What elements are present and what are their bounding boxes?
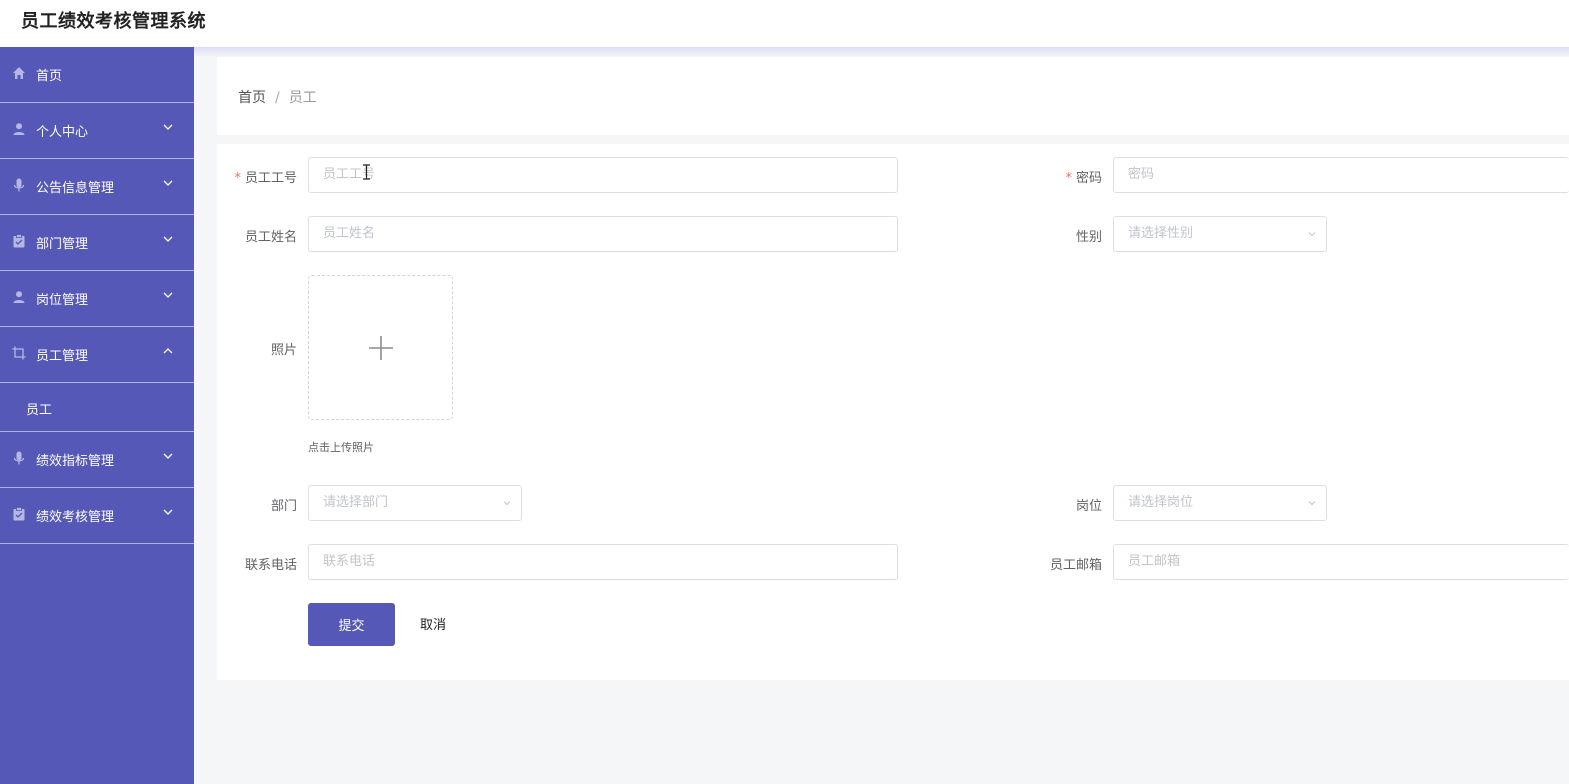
microphone-icon [12, 451, 26, 465]
emp-no-input[interactable]: 员工工号 [308, 157, 898, 193]
gender-placeholder: 请选择性别 [1128, 226, 1194, 241]
sidebar-item-label: 绩效指标管理 [36, 454, 115, 469]
position-placeholder: 请选择岗位 [1128, 495, 1194, 510]
photo-label: 照片 [270, 343, 297, 358]
sidebar-item-announcements[interactable]: 公告信息管理 [0, 159, 194, 215]
sidebar-item-assessment-management[interactable]: 绩效考核管理 [0, 488, 194, 544]
cancel-button[interactable]: 取消 [420, 614, 446, 633]
sidebar-item-employee-management[interactable]: 员工管理 [0, 327, 194, 383]
emp-no-label: * 员工工号 [234, 171, 297, 186]
sidebar-subitem-label: 员工 [26, 403, 53, 418]
upload-hint: 点击上传照片 [308, 441, 374, 454]
sidebar: 首页 个人中心 公告信息管理 部门管理 岗位管理 员工管理 员工 绩效指标管理 … [0, 47, 194, 784]
chevron-down-icon [163, 292, 173, 298]
text-cursor-icon [363, 164, 370, 180]
clipboard-icon [12, 507, 26, 521]
sidebar-item-kpi-management[interactable]: 绩效指标管理 [0, 432, 194, 488]
emp-name-label: 员工姓名 [244, 230, 297, 245]
department-select[interactable]: 请选择部门 [308, 485, 522, 521]
required-mark: * [1065, 171, 1072, 186]
department-placeholder: 请选择部门 [323, 495, 389, 510]
breadcrumb-card: 首页 / 员工 [217, 57, 1569, 135]
top-bar: 员工绩效考核管理系统 [0, 0, 1569, 47]
plus-icon [368, 335, 393, 360]
chevron-down-icon [163, 453, 173, 459]
employee-form: * 员工工号 员工工号 * 密码 密码 员工姓名 员工姓名 性别 请选择性别 照片 … [217, 144, 1569, 680]
sidebar-item-label: 员工管理 [36, 349, 89, 364]
top-bar-shadow [0, 47, 1569, 57]
sidebar-item-label: 岗位管理 [36, 293, 89, 308]
microphone-icon [12, 178, 26, 192]
gender-select[interactable]: 请选择性别 [1113, 216, 1327, 252]
photo-upload[interactable] [308, 275, 453, 420]
position-label: 岗位 [1075, 499, 1102, 514]
sidebar-item-label: 个人中心 [36, 125, 89, 140]
breadcrumb-separator: / [275, 90, 280, 106]
email-input[interactable]: 员工邮箱 [1113, 544, 1569, 580]
app-title: 员工绩效考核管理系统 [21, 11, 206, 32]
department-label: 部门 [270, 499, 297, 514]
sidebar-item-label: 部门管理 [36, 237, 89, 252]
user-icon [12, 122, 26, 136]
position-select[interactable]: 请选择岗位 [1113, 485, 1327, 521]
sidebar-item-label: 首页 [36, 69, 63, 84]
phone-input[interactable]: 联系电话 [308, 544, 898, 580]
sidebar-subitem-employee[interactable]: 员工 [0, 383, 194, 432]
chevron-down-icon [163, 509, 173, 515]
chevron-up-icon [163, 348, 173, 354]
crop-icon [12, 346, 26, 360]
emp-name-placeholder: 员工姓名 [323, 226, 376, 241]
email-label: 员工邮箱 [1049, 558, 1102, 573]
phone-placeholder: 联系电话 [323, 554, 376, 569]
email-placeholder: 员工邮箱 [1128, 554, 1181, 569]
chevron-down-icon [503, 501, 511, 506]
sidebar-item-label: 绩效考核管理 [36, 510, 115, 525]
clipboard-icon [12, 234, 26, 248]
password-label: * 密码 [1065, 171, 1102, 186]
breadcrumb-home[interactable]: 首页 [238, 90, 266, 106]
emp-name-input[interactable]: 员工姓名 [308, 216, 898, 252]
breadcrumb: 首页 / 员工 [238, 87, 317, 107]
chevron-down-icon [1308, 232, 1316, 237]
chevron-down-icon [163, 124, 173, 130]
gender-label: 性别 [1075, 230, 1102, 245]
chevron-down-icon [163, 180, 173, 186]
password-input[interactable]: 密码 [1113, 157, 1569, 193]
sidebar-item-position-management[interactable]: 岗位管理 [0, 271, 194, 327]
sidebar-item-personal-center[interactable]: 个人中心 [0, 103, 194, 159]
breadcrumb-current: 员工 [288, 90, 317, 106]
user-icon [12, 290, 26, 304]
chevron-down-icon [163, 236, 173, 242]
sidebar-item-department-management[interactable]: 部门管理 [0, 215, 194, 271]
chevron-down-icon [1308, 501, 1316, 506]
sidebar-item-label: 公告信息管理 [36, 181, 115, 196]
submit-button[interactable]: 提交 [308, 603, 395, 646]
home-icon [12, 66, 26, 80]
password-placeholder: 密码 [1128, 167, 1155, 182]
required-mark: * [234, 171, 241, 186]
sidebar-item-home[interactable]: 首页 [0, 47, 194, 103]
phone-label: 联系电话 [244, 558, 297, 573]
